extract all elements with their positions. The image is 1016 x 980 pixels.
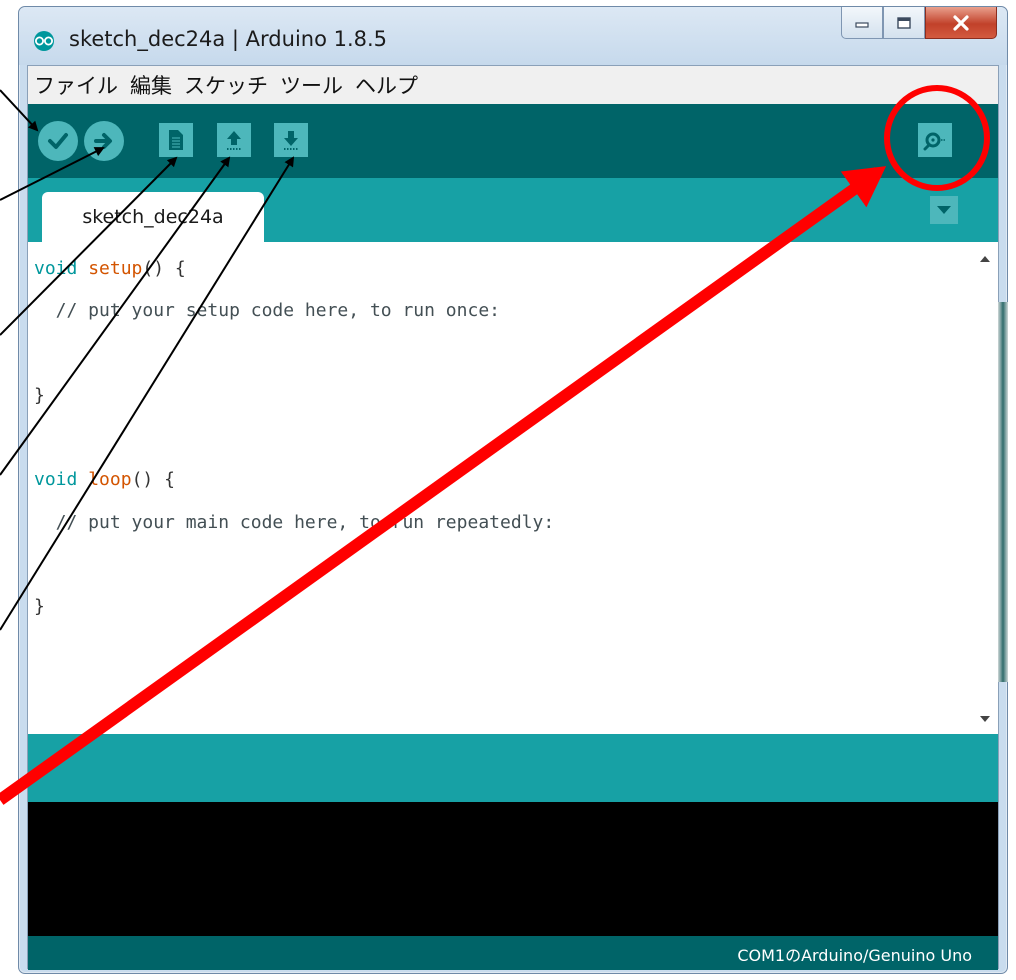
client-area: ファイル 編集 スケッチ ツール ヘルプ sketch_dec24a void … bbox=[27, 65, 1008, 970]
menu-tools[interactable]: ツール bbox=[280, 70, 351, 100]
code-text: // put your setup code here, to run once… bbox=[34, 300, 500, 322]
board-port-label: COM1のArduino/Genuino Uno bbox=[737, 946, 972, 965]
code-keyword: void bbox=[34, 258, 78, 279]
code-lines: void setup() { // put your setup code he… bbox=[34, 248, 554, 629]
window-title: sketch_dec24a | Arduino 1.8.5 bbox=[69, 27, 388, 51]
upload-icon bbox=[94, 133, 112, 149]
arduino-logo-icon bbox=[31, 31, 57, 51]
scroll-down-arrow[interactable] bbox=[980, 716, 990, 722]
code-line[interactable]: } bbox=[34, 586, 554, 628]
code-text: () { bbox=[142, 258, 186, 279]
code-text: // put your main code here, to run repea… bbox=[34, 511, 555, 533]
code-line[interactable] bbox=[34, 333, 554, 375]
serial-monitor-button[interactable] bbox=[918, 123, 952, 157]
code-line[interactable]: // put your setup code here, to run once… bbox=[34, 290, 554, 332]
console-output bbox=[28, 802, 998, 936]
minimize-button[interactable] bbox=[841, 7, 883, 39]
open-icon bbox=[227, 131, 241, 150]
editor-console-divider[interactable] bbox=[28, 734, 998, 802]
toolbar bbox=[28, 104, 998, 178]
title-bar[interactable]: sketch_dec24a | Arduino 1.8.5 bbox=[19, 7, 1007, 65]
tab-menu-button[interactable] bbox=[930, 196, 958, 224]
code-function-name: setup bbox=[88, 258, 143, 279]
menu-file[interactable]: ファイル bbox=[34, 70, 126, 100]
window-controls bbox=[841, 7, 997, 39]
serial-monitor-icon bbox=[923, 132, 946, 151]
tab-bar: sketch_dec24a bbox=[28, 178, 998, 242]
close-icon bbox=[953, 14, 969, 31]
maximize-icon bbox=[897, 16, 911, 29]
verify-icon bbox=[48, 133, 68, 149]
new-file-icon bbox=[169, 130, 183, 150]
close-button[interactable] bbox=[925, 7, 997, 39]
scroll-up-arrow[interactable] bbox=[980, 256, 990, 262]
minimize-icon bbox=[855, 21, 869, 28]
code-text: () { bbox=[131, 469, 175, 491]
code-function-name: loop bbox=[88, 469, 132, 491]
save-button[interactable] bbox=[274, 123, 308, 157]
code-line[interactable]: // put your main code here, to run repea… bbox=[34, 502, 555, 544]
menu-help[interactable]: ヘルプ bbox=[355, 70, 426, 100]
code-line[interactable]: void setup() { bbox=[34, 248, 554, 290]
code-text: } bbox=[34, 384, 45, 406]
new-button[interactable] bbox=[159, 123, 193, 157]
menu-edit[interactable]: 編集 bbox=[130, 70, 180, 100]
code-line[interactable]: } bbox=[34, 375, 554, 417]
code-line[interactable]: void loop() { bbox=[34, 459, 554, 501]
verify-button[interactable] bbox=[38, 121, 78, 161]
code-line[interactable] bbox=[34, 544, 554, 586]
code-line[interactable] bbox=[34, 417, 554, 459]
code-text: } bbox=[34, 596, 45, 618]
arduino-window: sketch_dec24a | Arduino 1.8.5 ファイル 編集 スケ… bbox=[18, 6, 1008, 974]
maximize-button[interactable] bbox=[883, 7, 925, 39]
scrollbar[interactable] bbox=[998, 302, 1008, 682]
code-editor[interactable]: void setup() { // put your setup code he… bbox=[28, 242, 1008, 734]
tab-sketch[interactable]: sketch_dec24a bbox=[42, 192, 264, 242]
menu-sketch[interactable]: スケッチ bbox=[184, 70, 276, 100]
upload-button[interactable] bbox=[84, 121, 124, 161]
save-icon bbox=[284, 131, 298, 150]
menu-bar: ファイル 編集 スケッチ ツール ヘルプ bbox=[28, 66, 998, 104]
open-button[interactable] bbox=[217, 123, 251, 157]
status-bar: COM1のArduino/Genuino Uno bbox=[28, 936, 998, 970]
code-keyword: void bbox=[34, 469, 78, 491]
tab-menu-icon bbox=[937, 206, 951, 214]
